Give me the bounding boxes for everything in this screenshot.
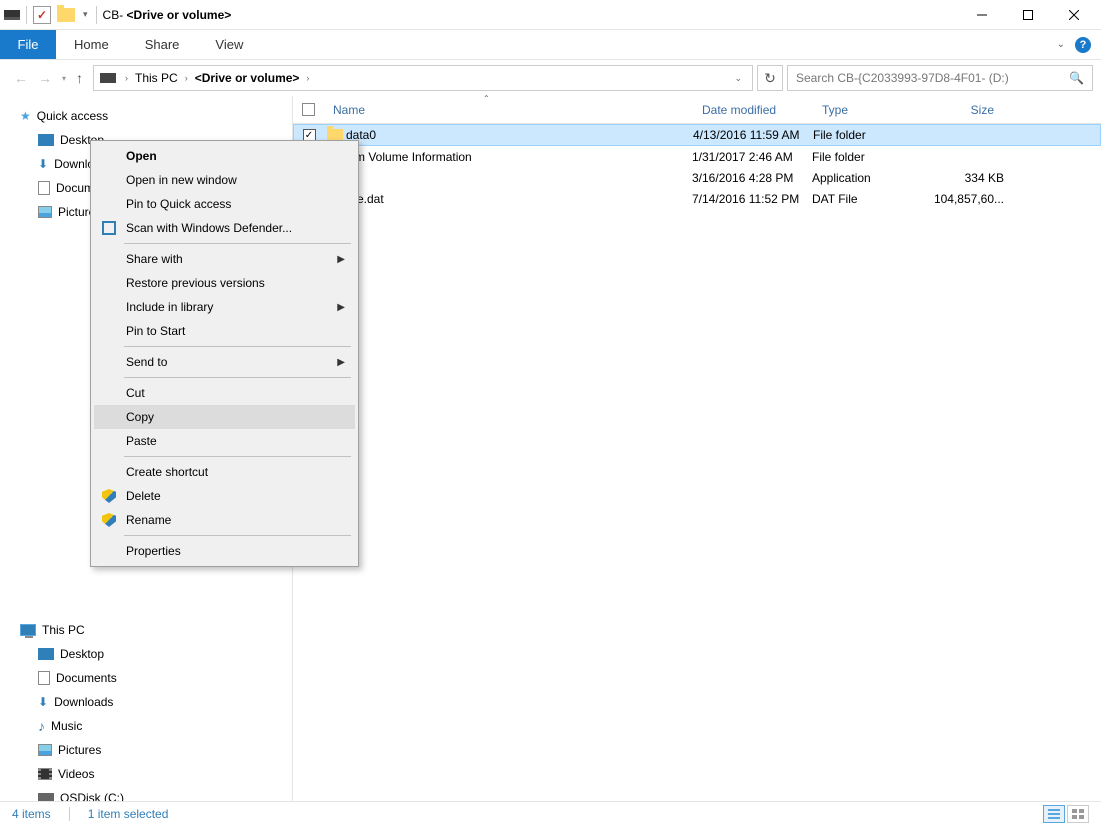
cm-open[interactable]: Open xyxy=(94,144,355,168)
nav-pc-desktop[interactable]: Desktop xyxy=(12,642,292,666)
cm-pin-start[interactable]: Pin to Start xyxy=(94,319,355,343)
pictures-icon xyxy=(38,206,52,218)
context-menu: Open Open in new window Pin to Quick acc… xyxy=(90,140,359,567)
file-row-dat[interactable]: tfile.dat 7/14/2016 11:52 PM DAT File 10… xyxy=(293,188,1101,209)
nav-this-pc[interactable]: This PC xyxy=(12,618,292,642)
chevron-right-icon[interactable]: › xyxy=(181,73,192,83)
qat-dropdown-icon[interactable]: ▾ xyxy=(81,9,90,20)
minimize-button[interactable] xyxy=(959,0,1005,30)
cm-share-with[interactable]: Share with▶ xyxy=(94,247,355,271)
defender-icon xyxy=(100,221,118,235)
download-icon: ⬇ xyxy=(38,695,48,709)
title-bar: ✓ ▾ CB- <Drive or volume> xyxy=(0,0,1101,30)
addr-dropdown-icon[interactable]: ⌄ xyxy=(730,73,746,84)
status-bar: 4 items 1 item selected xyxy=(0,801,1101,825)
nav-history-dropdown[interactable]: ▾ xyxy=(62,74,66,83)
document-icon xyxy=(38,181,50,195)
search-icon[interactable]: 🔍 xyxy=(1069,71,1084,85)
search-input[interactable]: Search CB-{C2033993-97D8-4F01- (D:) 🔍 xyxy=(787,65,1093,91)
nav-pc-videos[interactable]: Videos xyxy=(12,762,292,786)
refresh-button[interactable]: ↻ xyxy=(757,65,783,91)
cm-delete[interactable]: Delete xyxy=(94,484,355,508)
cm-scan-defender[interactable]: Scan with Windows Defender... xyxy=(94,216,355,240)
cm-paste[interactable]: Paste xyxy=(94,429,355,453)
cm-restore-versions[interactable]: Restore previous versions xyxy=(94,271,355,295)
cm-include-library[interactable]: Include in library▶ xyxy=(94,295,355,319)
file-list-area[interactable]: Name ⌃ Date modified Type Size ✓ data0 4… xyxy=(292,96,1101,801)
videos-icon xyxy=(38,768,52,780)
nav-pc-downloads[interactable]: ⬇Downloads xyxy=(12,690,292,714)
column-type[interactable]: Type xyxy=(812,103,928,117)
nav-quick-access[interactable]: ★Quick access xyxy=(12,104,292,128)
qat-newfolder-icon[interactable] xyxy=(57,8,75,22)
file-row-data0[interactable]: ✓ data0 4/13/2016 11:59 AM File folder xyxy=(293,124,1101,146)
nav-up-button[interactable]: ↑ xyxy=(76,70,83,86)
column-date[interactable]: Date modified xyxy=(692,103,812,117)
ribbon-expand-icon[interactable]: ⌄ xyxy=(1057,39,1065,50)
status-selection: 1 item selected xyxy=(88,807,169,821)
view-large-icons-button[interactable] xyxy=(1067,805,1089,823)
nav-pc-music[interactable]: ♪Music xyxy=(12,714,292,738)
help-icon[interactable]: ? xyxy=(1075,37,1091,53)
cm-copy[interactable]: Copy xyxy=(94,405,355,429)
file-row-app[interactable]: 3/16/2016 4:28 PM Application 334 KB xyxy=(293,167,1101,188)
address-bar[interactable]: › This PC › <Drive or volume> › ⌄ xyxy=(93,65,753,91)
tab-view[interactable]: View xyxy=(197,30,261,59)
cm-open-new-window[interactable]: Open in new window xyxy=(94,168,355,192)
chevron-right-icon[interactable]: › xyxy=(302,73,313,83)
header-checkbox[interactable] xyxy=(293,103,323,116)
address-bar-row: ← → ▾ ↑ › This PC › <Drive or volume> › … xyxy=(0,60,1101,96)
star-icon: ★ xyxy=(20,109,31,123)
file-tab[interactable]: File xyxy=(0,30,56,59)
pc-icon xyxy=(20,624,36,636)
column-name[interactable]: Name xyxy=(323,103,692,117)
document-icon xyxy=(38,671,50,685)
search-placeholder: Search CB-{C2033993-97D8-4F01- (D:) xyxy=(796,71,1009,85)
qat-properties-icon[interactable]: ✓ xyxy=(33,6,51,24)
chevron-right-icon: ▶ xyxy=(337,302,345,313)
breadcrumb-drive[interactable]: <Drive or volume> xyxy=(195,71,300,85)
close-button[interactable] xyxy=(1051,0,1097,30)
download-icon: ⬇ xyxy=(38,157,48,171)
cm-send-to[interactable]: Send to▶ xyxy=(94,350,355,374)
chevron-right-icon: ▶ xyxy=(337,357,345,368)
file-row-svi[interactable]: tem Volume Information 1/31/2017 2:46 AM… xyxy=(293,146,1101,167)
cm-properties[interactable]: Properties xyxy=(94,539,355,563)
nav-pc-osdisk[interactable]: OSDisk (C:) xyxy=(12,786,292,801)
chevron-right-icon: ▶ xyxy=(337,254,345,265)
nav-pc-documents[interactable]: Documents xyxy=(12,666,292,690)
column-headers: Name ⌃ Date modified Type Size xyxy=(293,96,1101,124)
desktop-icon xyxy=(38,648,54,660)
ribbon-tabs: File Home Share View ⌄ ? xyxy=(0,30,1101,60)
desktop-icon xyxy=(38,134,54,146)
column-size[interactable]: Size xyxy=(928,103,1004,117)
drive-icon xyxy=(100,73,116,83)
cm-rename[interactable]: Rename xyxy=(94,508,355,532)
shield-icon xyxy=(102,513,116,527)
cm-create-shortcut[interactable]: Create shortcut xyxy=(94,460,355,484)
sort-indicator-icon: ⌃ xyxy=(483,94,490,103)
drive-icon xyxy=(38,793,54,801)
nav-back-button[interactable]: ← xyxy=(14,70,28,86)
nav-forward-button[interactable]: → xyxy=(38,70,52,86)
status-item-count: 4 items xyxy=(12,807,51,821)
window-title: CB- <Drive or volume> xyxy=(103,8,232,22)
cm-cut[interactable]: Cut xyxy=(94,381,355,405)
pictures-icon xyxy=(38,744,52,756)
music-icon: ♪ xyxy=(38,718,45,734)
drive-icon xyxy=(4,10,20,20)
cm-pin-quick-access[interactable]: Pin to Quick access xyxy=(94,192,355,216)
tab-share[interactable]: Share xyxy=(127,30,198,59)
chevron-right-icon[interactable]: › xyxy=(121,73,132,83)
nav-pc-pictures[interactable]: Pictures xyxy=(12,738,292,762)
maximize-button[interactable] xyxy=(1005,0,1051,30)
breadcrumb-this-pc[interactable]: This PC xyxy=(135,71,178,85)
shield-icon xyxy=(102,489,116,503)
tab-home[interactable]: Home xyxy=(56,30,127,59)
view-details-button[interactable] xyxy=(1043,805,1065,823)
